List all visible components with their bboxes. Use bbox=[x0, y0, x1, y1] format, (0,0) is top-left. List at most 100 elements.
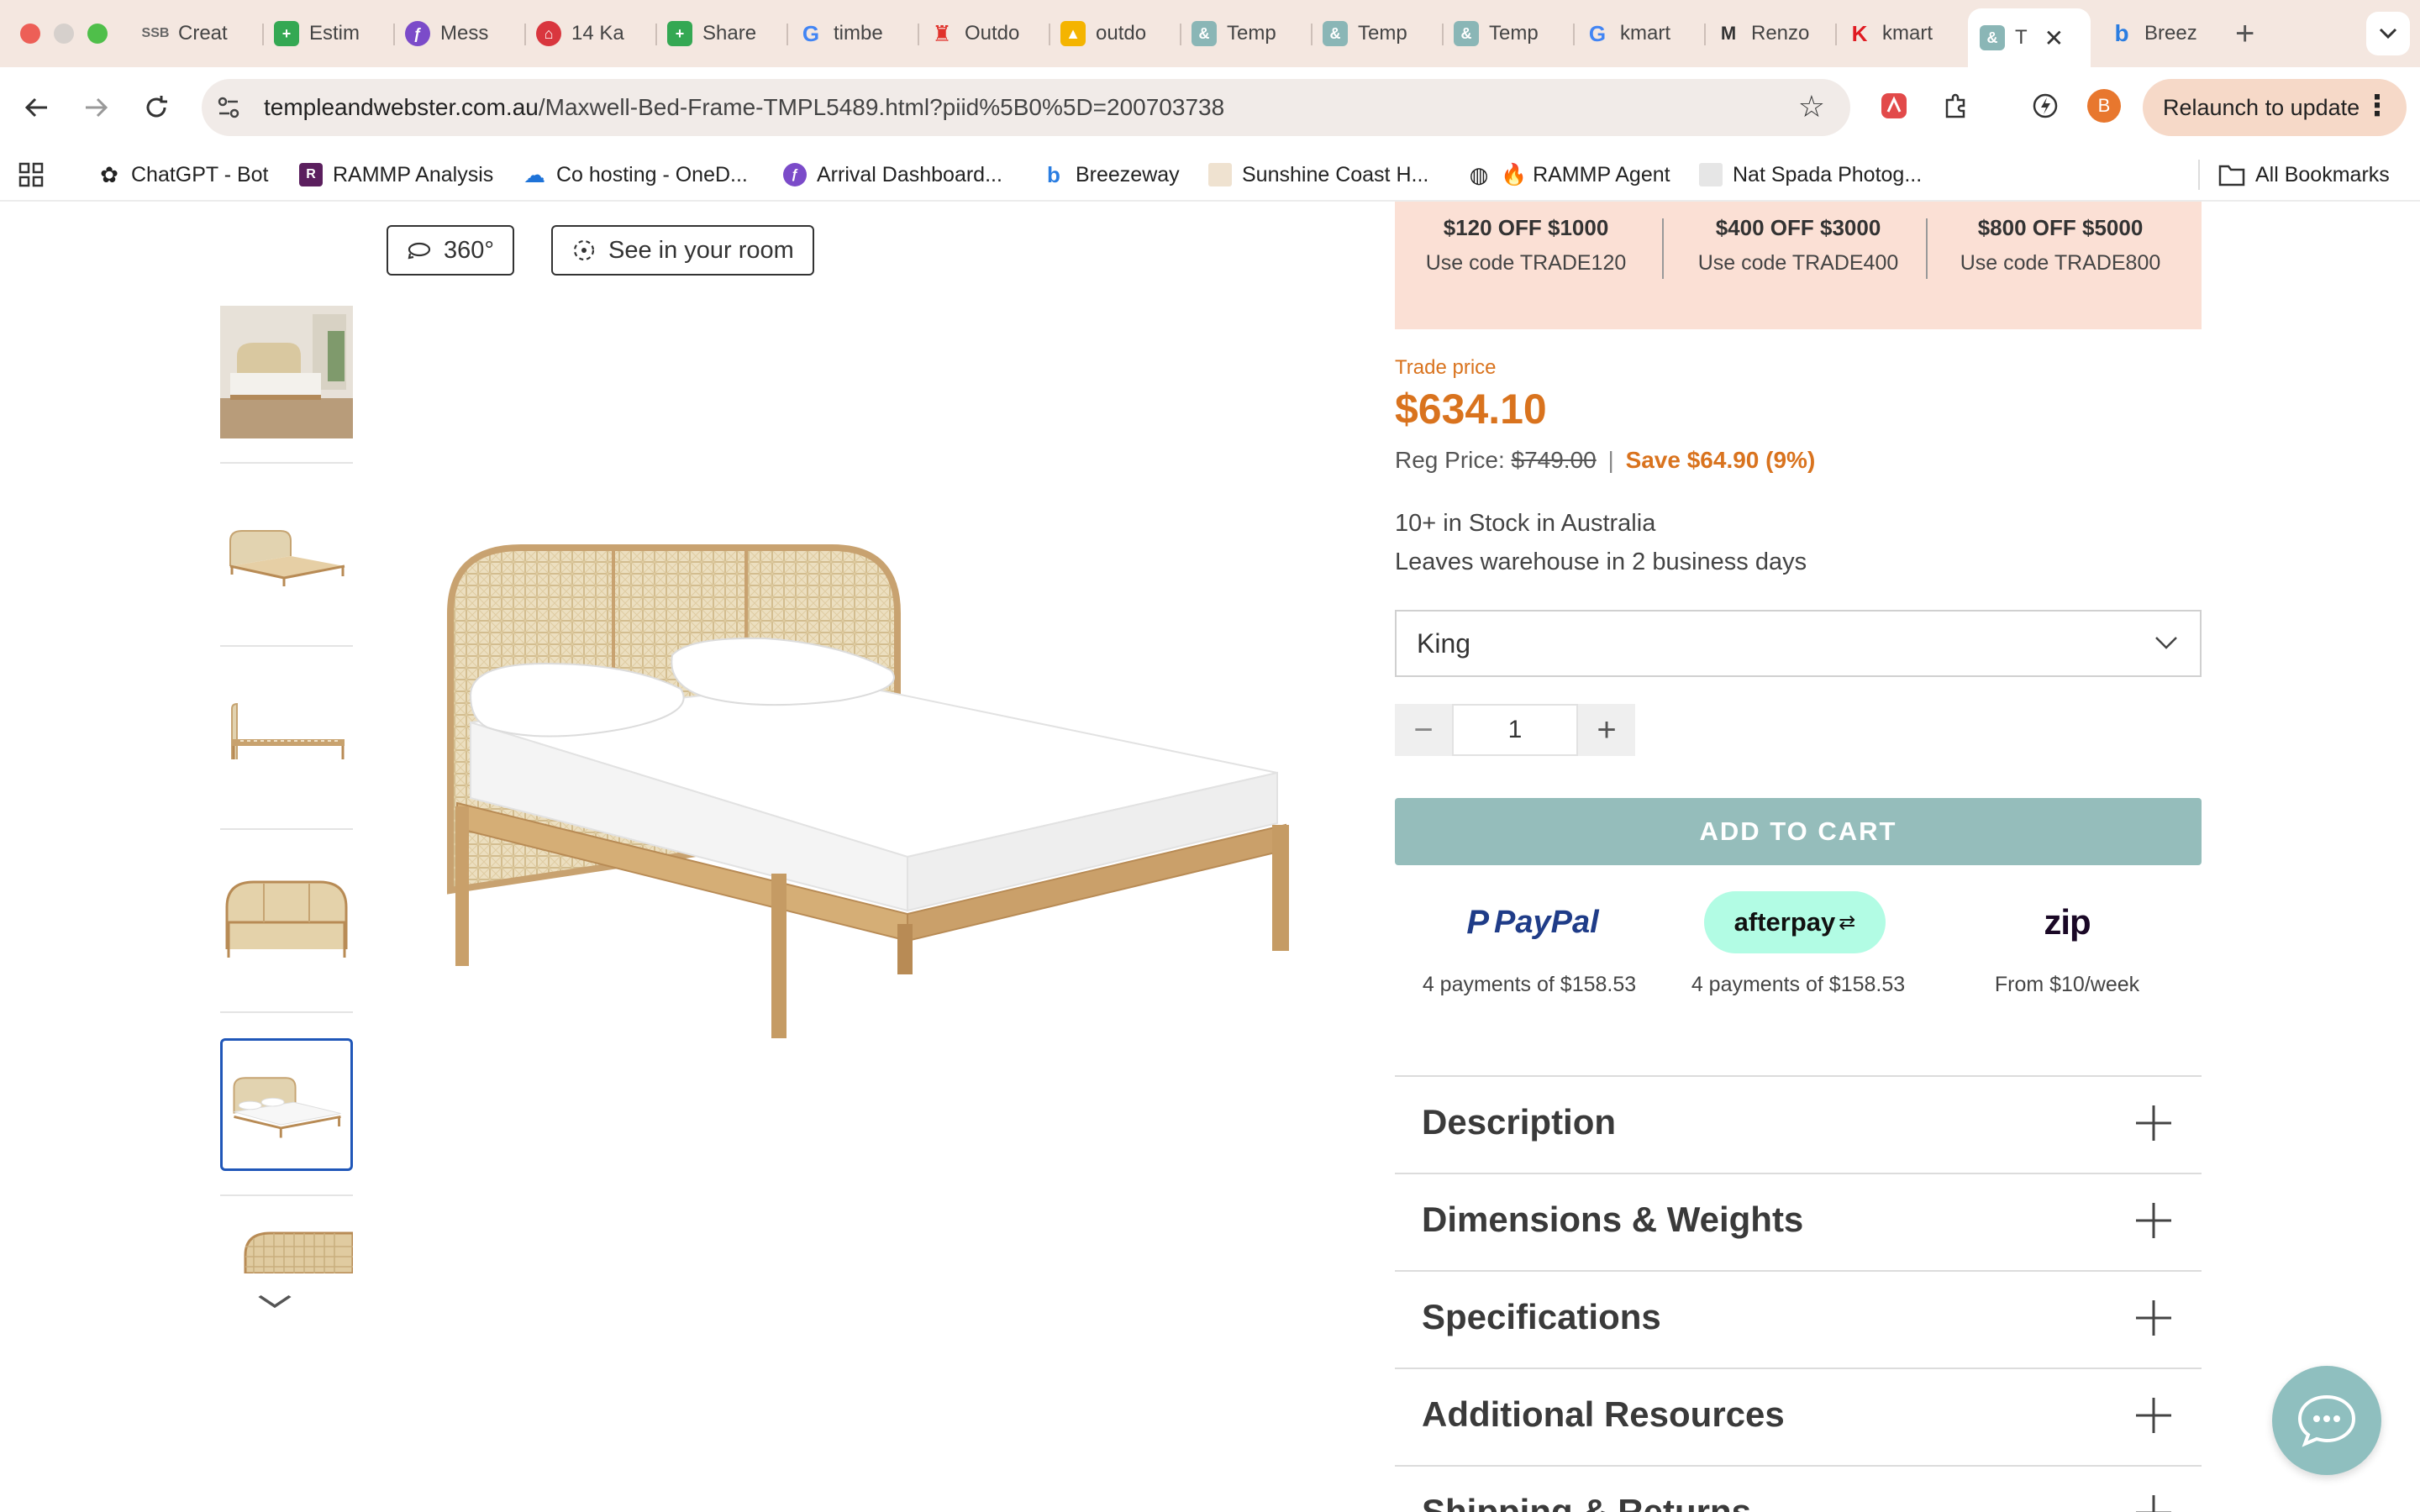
browser-tab[interactable]: ƒ Mess bbox=[393, 12, 519, 55]
accordion-description[interactable]: Description bbox=[1395, 1075, 2202, 1173]
browser-tab[interactable]: & Temp bbox=[1442, 12, 1568, 55]
more-menu-icon[interactable]: ⋮ bbox=[2363, 89, 2391, 123]
site-settings-icon[interactable] bbox=[213, 92, 244, 123]
accordion-title: Additional Resources bbox=[1422, 1394, 1785, 1434]
chevron-down-icon bbox=[2379, 28, 2397, 39]
openai-icon: ✿ bbox=[100, 161, 118, 187]
reload-button[interactable] bbox=[134, 86, 178, 129]
product-thumbnail[interactable] bbox=[220, 306, 353, 438]
bed-side-view-image bbox=[231, 702, 345, 759]
thumbnails-scroll-down-icon[interactable] bbox=[256, 1282, 294, 1320]
extensions-puzzle-icon[interactable] bbox=[1938, 87, 1975, 124]
promo-code: Use code TRADE400 bbox=[1697, 251, 1899, 275]
bookmark-item[interactable]: b Breezeway bbox=[1042, 160, 1180, 190]
ssb-icon: SSB bbox=[141, 26, 170, 40]
quantity-input[interactable]: 1 bbox=[1452, 704, 1578, 756]
ampersand-icon: & bbox=[1980, 25, 2005, 50]
tab-search-button[interactable] bbox=[2366, 12, 2410, 55]
arrival-icon: ƒ bbox=[783, 163, 807, 186]
accordion-title: Dimensions & Weights bbox=[1422, 1200, 1804, 1239]
see-in-room-button[interactable]: See in your room bbox=[551, 225, 814, 276]
minimize-window-button[interactable] bbox=[54, 24, 74, 44]
browser-tab[interactable]: K kmart bbox=[1835, 12, 1961, 55]
browser-tab[interactable]: + Share bbox=[655, 12, 781, 55]
trade-price-label: Trade price bbox=[1395, 356, 1497, 379]
quantity-increase-button[interactable]: + bbox=[1578, 704, 1635, 756]
product-thumbnail[interactable] bbox=[220, 1221, 353, 1273]
product-thumbnail[interactable] bbox=[220, 489, 353, 622]
bookmark-star-icon[interactable]: ☆ bbox=[1798, 89, 1825, 124]
forward-button[interactable] bbox=[74, 86, 118, 129]
performance-icon[interactable] bbox=[2027, 87, 2064, 124]
browser-tab-active[interactable]: & T ✕ bbox=[1968, 8, 2091, 67]
product-thumbnail[interactable] bbox=[220, 855, 353, 988]
bookmark-item[interactable]: ✿ ChatGPT - Bot bbox=[97, 160, 268, 190]
messenger-icon: ƒ bbox=[405, 21, 430, 46]
bookmark-item[interactable]: Sunshine Coast H... bbox=[1208, 160, 1428, 190]
view-360-button[interactable]: 360° bbox=[387, 225, 514, 276]
home-icon: ⌂ bbox=[536, 21, 561, 46]
browser-tab[interactable]: + Estim bbox=[262, 12, 388, 55]
bookmark-item[interactable]: ƒ Arrival Dashboard... bbox=[783, 160, 1002, 190]
product-thumbnail-selected[interactable] bbox=[220, 1038, 353, 1171]
afterpay-option[interactable]: afterpay ⇄ bbox=[1704, 890, 1886, 954]
add-to-cart-button[interactable]: ADD TO CART bbox=[1395, 798, 2202, 865]
bookmarks-separator bbox=[2198, 160, 2200, 190]
browser-tab[interactable]: & Temp bbox=[1180, 12, 1306, 55]
adblock-extension-icon[interactable] bbox=[1876, 87, 1912, 124]
accordion-dimensions[interactable]: Dimensions & Weights bbox=[1395, 1173, 2202, 1270]
accordion-additional-resources[interactable]: Additional Resources bbox=[1395, 1368, 2202, 1465]
browser-tab[interactable]: G timbe bbox=[786, 12, 913, 55]
quantity-decrease-button[interactable]: − bbox=[1395, 704, 1452, 756]
relaunch-to-update-button[interactable]: Relaunch to update ⋮ bbox=[2143, 79, 2407, 136]
close-window-button[interactable] bbox=[20, 24, 40, 44]
bookmark-label: Sunshine Coast H... bbox=[1242, 162, 1429, 186]
new-tab-button[interactable]: + bbox=[2235, 15, 2254, 53]
back-button[interactable] bbox=[15, 86, 59, 129]
size-select[interactable]: King bbox=[1395, 610, 2202, 677]
trade-price: $634.10 bbox=[1395, 386, 1547, 433]
browser-tab[interactable]: & Temp bbox=[1311, 12, 1437, 55]
browser-toolbar: templeandwebster.com.au/Maxwell-Bed-Fram… bbox=[0, 67, 2420, 148]
paypal-logo-icon: P bbox=[1466, 903, 1490, 941]
browser-tab[interactable]: SSB Creat bbox=[131, 12, 257, 55]
zip-option[interactable]: zip bbox=[2017, 890, 2118, 954]
main-product-image[interactable] bbox=[437, 521, 1311, 1042]
bookmark-item[interactable]: ◍ 🔥 RAMMP Agent bbox=[1467, 160, 1670, 190]
paypal-terms: 4 payments of $158.53 bbox=[1422, 973, 1637, 996]
tab-label: Temp bbox=[1227, 22, 1276, 45]
browser-tab[interactable]: M Renzo bbox=[1704, 12, 1830, 55]
plus-icon bbox=[2136, 1398, 2171, 1433]
browser-tab[interactable]: ▲ outdo bbox=[1049, 12, 1175, 55]
accordion-shipping-returns[interactable]: Shipping & Returns bbox=[1395, 1465, 2202, 1512]
tab-label: outdo bbox=[1096, 22, 1147, 45]
zoom-window-button[interactable] bbox=[87, 24, 108, 44]
accordion-specifications[interactable]: Specifications bbox=[1395, 1270, 2202, 1368]
browser-tab[interactable]: G kmart bbox=[1573, 12, 1699, 55]
close-tab-icon[interactable]: ✕ bbox=[2044, 24, 2064, 52]
thumbnail-divider bbox=[220, 462, 353, 464]
browser-tab[interactable]: ♜ Outdo bbox=[918, 12, 1044, 55]
paypal-option[interactable]: P PayPal bbox=[1457, 890, 1608, 954]
browser-tab[interactable]: ⌂ 14 Ka bbox=[524, 12, 650, 55]
chat-widget-button[interactable] bbox=[2272, 1366, 2381, 1475]
all-bookmarks-button[interactable]: All Bookmarks bbox=[2218, 160, 2390, 190]
ampersand-icon: & bbox=[1454, 21, 1479, 46]
bed-with-mattress-image bbox=[233, 1077, 341, 1138]
browser-tab[interactable]: b Breez bbox=[2097, 12, 2223, 55]
bookmark-item[interactable]: R RAMMP Analysis bbox=[299, 160, 493, 190]
apps-grid-icon[interactable] bbox=[18, 160, 44, 190]
reload-icon bbox=[146, 96, 167, 118]
profile-avatar[interactable]: B bbox=[2087, 89, 2121, 123]
sunshine-icon bbox=[1208, 163, 1232, 186]
bookmark-item[interactable]: ☁ Co hosting - OneD... bbox=[523, 160, 748, 190]
address-bar[interactable]: templeandwebster.com.au/Maxwell-Bed-Fram… bbox=[202, 79, 1850, 136]
plus-icon bbox=[2136, 1300, 2171, 1336]
see-in-room-label: See in your room bbox=[608, 236, 794, 264]
photo-icon bbox=[1699, 163, 1723, 186]
arrow-left-icon bbox=[24, 97, 47, 118]
bookmark-item[interactable]: Nat Spada Photog... bbox=[1699, 160, 1922, 190]
product-thumbnail[interactable] bbox=[220, 672, 353, 805]
sheets-icon: + bbox=[667, 21, 692, 46]
ampersand-icon: & bbox=[1192, 21, 1217, 46]
